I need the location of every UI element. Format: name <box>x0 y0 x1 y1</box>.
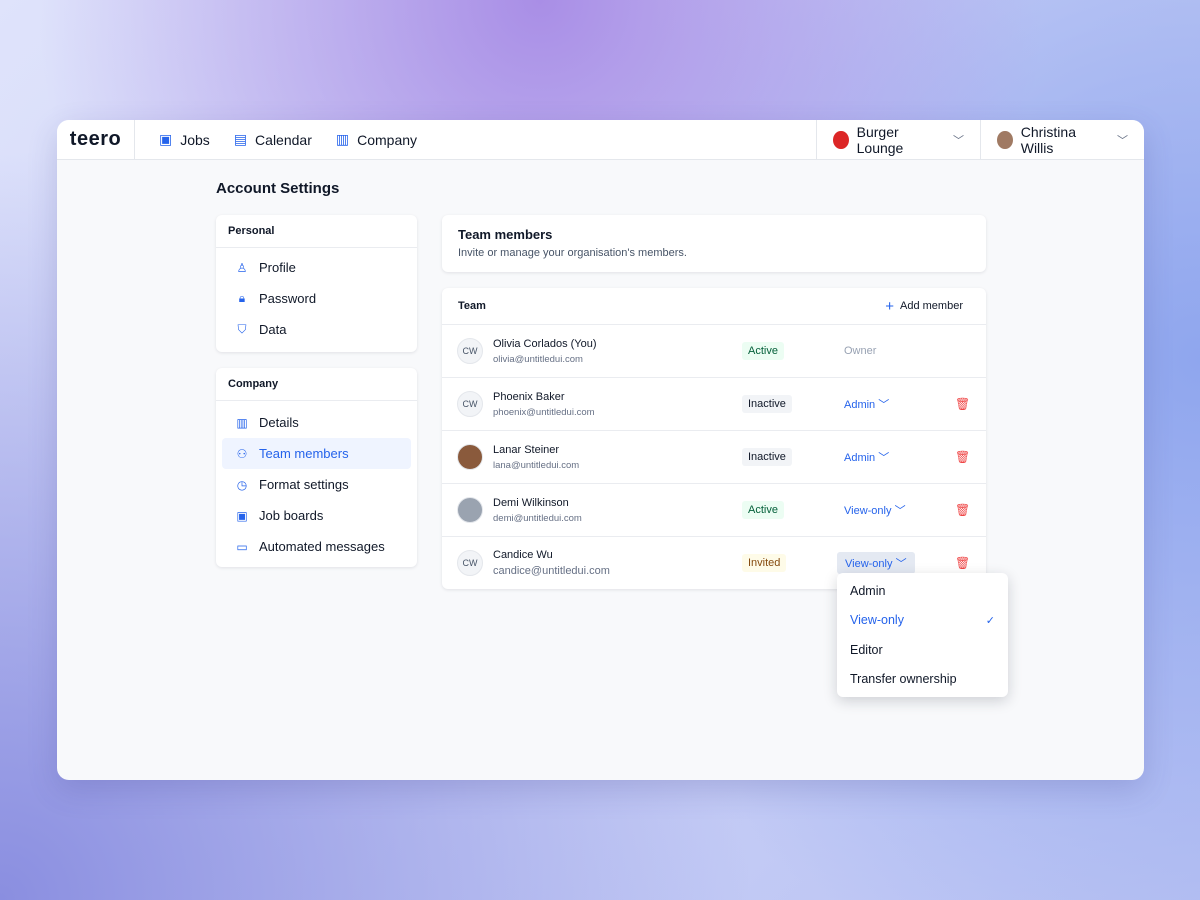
page-title: Account Settings <box>216 180 340 197</box>
table-row: CW Olivia Corlados (You) olivia@untitledu… <box>442 324 986 377</box>
briefcase-icon: ▣ <box>159 131 173 147</box>
section-subtitle: Invite or manage your organisation's mem… <box>458 247 687 259</box>
briefcase-icon: ▣ <box>236 508 248 523</box>
status-badge: Active <box>742 342 784 360</box>
sidebar-item-data[interactable]: ⛉ Data <box>222 314 411 345</box>
member-name: Olivia Corlados (You) <box>493 337 597 350</box>
member-email: lana@untitledui.com <box>493 459 580 471</box>
sidebar-item-team-members[interactable]: ⚇ Team members <box>222 438 411 469</box>
status-badge: Invited <box>742 554 787 572</box>
member-name: Candice Wu <box>493 549 553 561</box>
nav-jobs[interactable]: ▣ Jobs <box>159 131 210 148</box>
section-title: Team members <box>458 227 553 242</box>
chevron-down-icon: ﹀ <box>894 505 906 517</box>
clock-icon: ◷ <box>236 477 248 492</box>
avatar: CW <box>457 391 483 417</box>
chevron-down-icon: ﹀ <box>895 558 907 570</box>
sidebar-item-format-settings[interactable]: ◷ Format settings <box>222 469 411 500</box>
table-row: CW Phoenix Baker phoenix@untitledui.com I… <box>442 377 986 430</box>
personal-nav: Personal ♙ Profile 🔒︎ Password ⛉ Data <box>216 215 417 352</box>
table-heading: Team <box>458 300 486 312</box>
section-heading: Company <box>216 368 417 401</box>
member-email: candice@untitledui.com <box>493 565 610 577</box>
sidebar-item-password[interactable]: 🔒︎ Password <box>222 283 411 314</box>
chevron-down-icon: ﹀ <box>878 452 890 464</box>
sidebar-item-details[interactable]: ▥ Details <box>222 407 411 438</box>
member-name: Phoenix Baker <box>493 390 565 403</box>
sidebar-item-job-boards[interactable]: ▣ Job boards <box>222 500 411 531</box>
avatar <box>997 131 1013 149</box>
status-badge: Active <box>742 501 784 519</box>
add-member-button[interactable]: + Add member <box>885 298 963 315</box>
org-selector[interactable]: Burger Lounge ﹀ <box>816 120 980 160</box>
top-bar: teero ▣ Jobs ▤ Calendar ▥ Company Burger Lo… <box>57 120 1144 160</box>
member-name: Lanar Steiner <box>493 443 560 456</box>
chevron-down-icon: ﹀ <box>878 399 890 411</box>
plus-icon: + <box>885 297 895 315</box>
sidebar-item-profile[interactable]: ♙ Profile <box>222 252 411 283</box>
menu-item-admin[interactable]: Admin <box>837 576 1008 606</box>
trash-icon[interactable]: 🗑︎ <box>955 397 970 411</box>
calendar-icon: ▤ <box>233 131 248 147</box>
menu-item-editor[interactable]: Editor <box>837 635 1008 665</box>
users-icon: ⚇ <box>236 446 248 461</box>
building-icon: ▥ <box>335 131 350 147</box>
nav-calendar[interactable]: ▤ Calendar <box>234 131 312 148</box>
status-badge: Inactive <box>742 448 792 466</box>
table-row: Lanar Steiner lana@untitledui.com Inactiv… <box>442 430 986 483</box>
trash-icon[interactable]: 🗑︎ <box>955 556 970 570</box>
message-icon: ▭ <box>236 539 248 554</box>
shield-icon: ⛉ <box>237 322 247 336</box>
avatar: CW <box>457 550 483 576</box>
logo[interactable]: teero <box>57 120 135 160</box>
trash-icon[interactable]: 🗑︎ <box>955 450 970 464</box>
menu-item-view-only[interactable]: View-only ✓ <box>837 606 1008 636</box>
chevron-down-icon: ﹀ <box>953 135 964 147</box>
role-dropdown[interactable]: View-only ﹀ <box>844 502 906 518</box>
team-table: Team + Add member CW Olivia Corlados (You… <box>442 288 986 589</box>
user-menu[interactable]: Christina Willis ﹀ <box>980 120 1144 160</box>
section-heading: Personal <box>216 215 417 248</box>
chevron-down-icon: ﹀ <box>1117 135 1128 147</box>
role-dropdown[interactable]: Admin ﹀ <box>844 449 889 465</box>
check-icon: ✓ <box>985 614 995 627</box>
company-nav: Company ▥ Details ⚇ Team members ◷ Format s… <box>216 368 417 567</box>
building-icon: ▥ <box>236 415 248 430</box>
trash-icon[interactable]: 🗑︎ <box>955 503 970 517</box>
nav-company[interactable]: ▥ Company <box>336 131 417 148</box>
role-dropdown[interactable]: Admin ﹀ <box>844 396 889 412</box>
org-logo-icon <box>833 131 849 149</box>
member-email: olivia@untitledui.com <box>493 353 583 365</box>
lock-icon: 🔒︎ <box>238 291 246 305</box>
role-label: Owner <box>844 345 877 357</box>
member-name: Demi Wilkinson <box>493 496 569 509</box>
status-badge: Inactive <box>742 395 792 413</box>
member-email: demi@untitledui.com <box>493 512 582 524</box>
role-menu: Admin View-only ✓ Editor Transfer ownersh… <box>837 573 1008 697</box>
sidebar-item-automated-messages[interactable]: ▭ Automated messages <box>222 531 411 562</box>
table-row: Demi Wilkinson demi@untitledui.com Active… <box>442 483 986 536</box>
team-header-card: Team members Invite or manage your organ… <box>442 215 986 272</box>
avatar <box>457 444 483 470</box>
menu-item-transfer-ownership[interactable]: Transfer ownership <box>837 665 1008 695</box>
role-dropdown[interactable]: View-only ﹀ <box>837 552 915 574</box>
avatar: CW <box>457 338 483 364</box>
avatar <box>457 497 483 523</box>
member-email: phoenix@untitledui.com <box>493 406 595 418</box>
user-icon: ♙ <box>236 260 248 275</box>
